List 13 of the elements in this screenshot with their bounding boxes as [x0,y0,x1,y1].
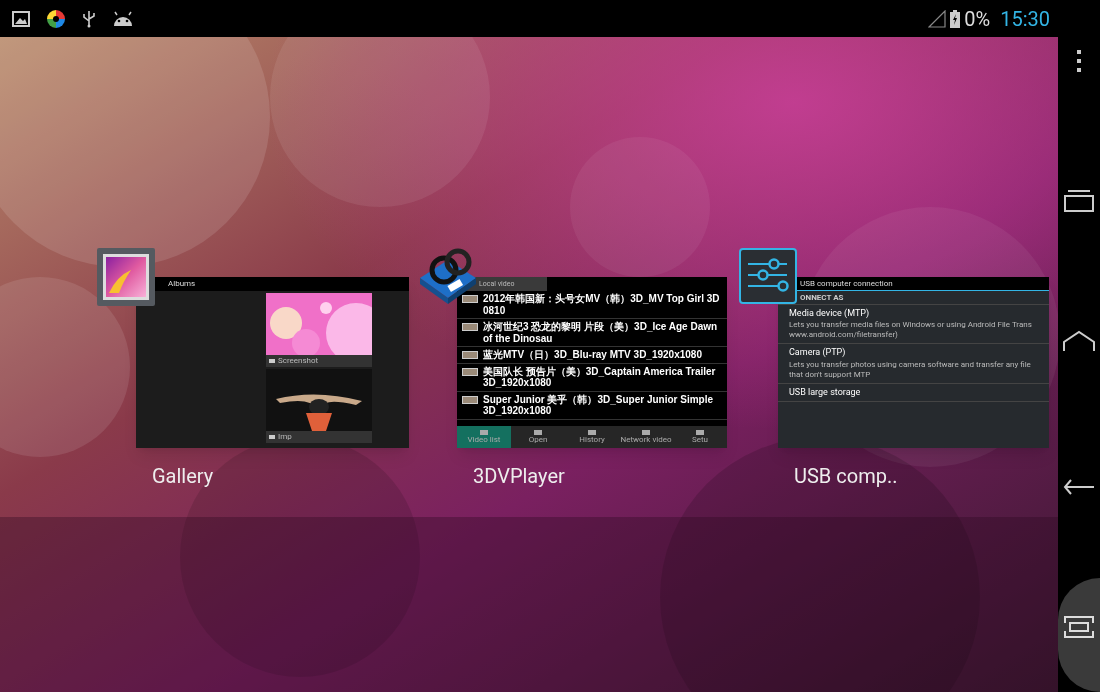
recent-apps-icon[interactable] [1064,190,1094,212]
battery-percent: 0% [964,8,991,29]
battery-icon [950,9,961,28]
back-icon[interactable] [1063,478,1095,496]
android-icon [112,10,134,27]
clock: 15:30 [1000,8,1050,29]
pinwheel-icon [46,8,66,29]
picture-icon [12,10,30,27]
menu-icon[interactable] [1076,50,1082,72]
usb-icon [82,9,96,28]
signal-icon [928,9,947,28]
home-icon[interactable] [1062,330,1096,352]
screenshot-icon[interactable] [1064,616,1094,638]
